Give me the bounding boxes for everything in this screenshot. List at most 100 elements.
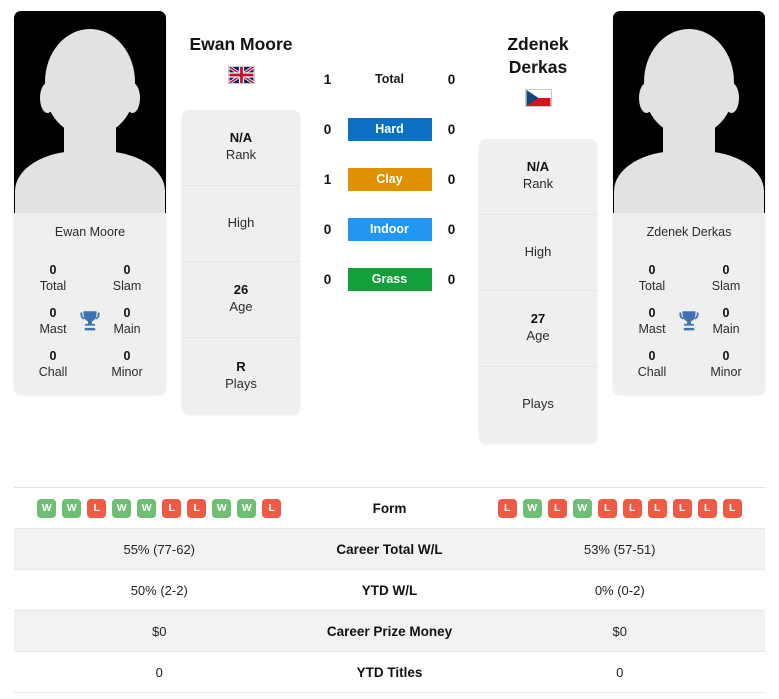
h2h-clay-badge[interactable]: Clay [347, 168, 432, 191]
h2h-grass-right-count: 0 [447, 272, 456, 287]
left-player-photo-label: Ewan Moore [54, 225, 126, 239]
avatar-ear-left-shape [40, 83, 55, 113]
titles-total-right: 0 Total [623, 262, 681, 294]
form-badge-loss[interactable]: L [597, 498, 617, 518]
right-player-info-column: Zdenek Derkas N/A Rank High 27 Age Plays [479, 11, 597, 443]
trophy-icon [80, 311, 100, 331]
h2h-hard-badge[interactable]: Hard [347, 118, 432, 141]
info-cell-high: High [479, 215, 597, 291]
titles-mast-left: 0 Mast [24, 305, 82, 337]
form-badge-loss[interactable]: L [672, 498, 692, 518]
stat-value-left: $0 [152, 623, 167, 639]
form-badge-loss[interactable]: L [697, 498, 717, 518]
player-comparison-page: Ewan Moore 0 Total 0 Slam 0 Mast 0 Main … [0, 0, 779, 699]
titles-total-label: Total [39, 279, 67, 293]
info-rank-value: N/A [526, 159, 550, 175]
head-to-head-surface-column: 1 Total 0 0 Hard 0 1 Clay 0 0 Indoor 0 0 [300, 11, 479, 291]
czech-republic-flag-icon [524, 88, 552, 107]
form-badge-win[interactable]: W [572, 498, 592, 518]
form-badge-win[interactable]: W [212, 498, 232, 518]
h2h-indoor-badge[interactable]: Indoor [347, 218, 432, 241]
stat-value-left: 55% (77-62) [123, 541, 196, 557]
titles-slam-left: 0 Slam [98, 262, 156, 294]
titles-mast-value: 0 [648, 306, 656, 320]
stat-value-left: 0 [155, 664, 163, 680]
stat-label: YTD Titles [356, 664, 423, 680]
stat-label: Career Prize Money [326, 623, 453, 639]
table-row-form: WWLWWLLWWL Form LWLWLLLLLL [14, 488, 765, 529]
form-badge-win[interactable]: W [237, 498, 257, 518]
titles-chall-left: 0 Chall [24, 348, 82, 380]
titles-total-value: 0 [648, 263, 656, 277]
h2h-row-indoor: 0 Indoor 0 [300, 218, 479, 241]
info-plays-label: Plays [522, 396, 554, 412]
table-row: 55% (77-62) Career Total W/L 53% (57-51) [14, 529, 765, 570]
trophy-icon [679, 311, 699, 331]
titles-total-label: Total [638, 279, 666, 293]
form-badge-win[interactable]: W [112, 498, 132, 518]
h2h-hard-left-count: 0 [323, 122, 332, 137]
right-player-titles-grid: 0 Total 0 Slam 0 Mast 0 Main 0 Chall 0 M… [613, 249, 765, 394]
titles-total-left: 0 Total [24, 262, 82, 294]
titles-minor-right: 0 Minor [697, 348, 755, 380]
avatar-body-shape [15, 151, 165, 213]
titles-main-value: 0 [123, 306, 131, 320]
titles-chall-value: 0 [49, 349, 57, 363]
form-badge-loss[interactable]: L [622, 498, 642, 518]
titles-mast-label: Mast [39, 322, 67, 336]
info-cell-plays: R Plays [182, 338, 300, 414]
stat-label: YTD W/L [361, 582, 418, 598]
form-badge-win[interactable]: W [62, 498, 82, 518]
titles-chall-right: 0 Chall [623, 348, 681, 380]
stat-value-right: 53% (57-51) [583, 541, 656, 557]
left-player-name[interactable]: Ewan Moore [189, 11, 292, 56]
form-right-badges: LWLWLLLLLL [475, 498, 766, 518]
stat-value-right: 0% (0-2) [594, 582, 645, 598]
right-player-photo-card[interactable]: Zdenek Derkas 0 Total 0 Slam 0 Mast 0 Ma… [613, 11, 765, 394]
titles-minor-value: 0 [722, 349, 730, 363]
titles-main-label: Main [712, 322, 740, 336]
titles-row-total-slam: 0 Total 0 Slam [24, 262, 156, 294]
info-rank-label: Rank [522, 176, 554, 191]
form-badge-loss[interactable]: L [722, 498, 742, 518]
table-row: 0 YTD Titles 0 [14, 652, 765, 693]
info-rank-value: N/A [229, 130, 253, 146]
titles-slam-label: Slam [711, 279, 741, 293]
form-badge-loss[interactable]: L [262, 498, 282, 518]
h2h-grass-badge[interactable]: Grass [347, 268, 432, 291]
h2h-total-label: Total [375, 72, 404, 86]
form-badge-loss[interactable]: L [497, 498, 517, 518]
info-cell-high: High [182, 186, 300, 262]
left-player-info-card: N/A Rank High 26 Age R Plays [182, 109, 300, 414]
info-high-label: High [524, 243, 552, 259]
h2h-total-left-count: 1 [323, 72, 332, 87]
form-badge-loss[interactable]: L [87, 498, 107, 518]
h2h-row-total: 1 Total 0 [300, 68, 479, 91]
info-plays-value: R [236, 358, 246, 374]
titles-row-chall-minor: 0 Chall 0 Minor [24, 348, 156, 380]
stat-value-right: 0 [616, 664, 624, 680]
right-player-name[interactable]: Zdenek Derkas [479, 11, 597, 79]
titles-minor-value: 0 [123, 349, 131, 363]
form-badge-loss[interactable]: L [187, 498, 207, 518]
table-row: 50% (2-2) YTD W/L 0% (0-2) [14, 570, 765, 611]
form-badge-loss[interactable]: L [547, 498, 567, 518]
titles-row-total-slam: 0 Total 0 Slam [623, 262, 755, 294]
info-age-value: 26 [233, 282, 249, 298]
info-plays-label: Plays [225, 375, 257, 391]
stat-value-left: 50% (2-2) [130, 582, 188, 598]
form-badge-win[interactable]: W [37, 498, 57, 518]
info-high-label: High [227, 214, 255, 230]
titles-slam-value: 0 [722, 263, 730, 277]
info-cell-age: 26 Age [182, 262, 300, 338]
comparison-stats-table: WWLWWLLWWL Form LWLWLLLLLL 55% (77-62) C… [14, 487, 765, 693]
left-player-photo-card[interactable]: Ewan Moore 0 Total 0 Slam 0 Mast 0 Main … [14, 11, 166, 394]
titles-slam-value: 0 [123, 263, 131, 277]
form-badge-win[interactable]: W [522, 498, 542, 518]
form-badge-win[interactable]: W [137, 498, 157, 518]
table-row: $0 Career Prize Money $0 [14, 611, 765, 652]
form-badge-loss[interactable]: L [647, 498, 667, 518]
info-cell-plays: Plays [479, 367, 597, 443]
left-player-titles-grid: 0 Total 0 Slam 0 Mast 0 Main 0 Chall 0 M… [14, 249, 166, 394]
form-badge-loss[interactable]: L [162, 498, 182, 518]
